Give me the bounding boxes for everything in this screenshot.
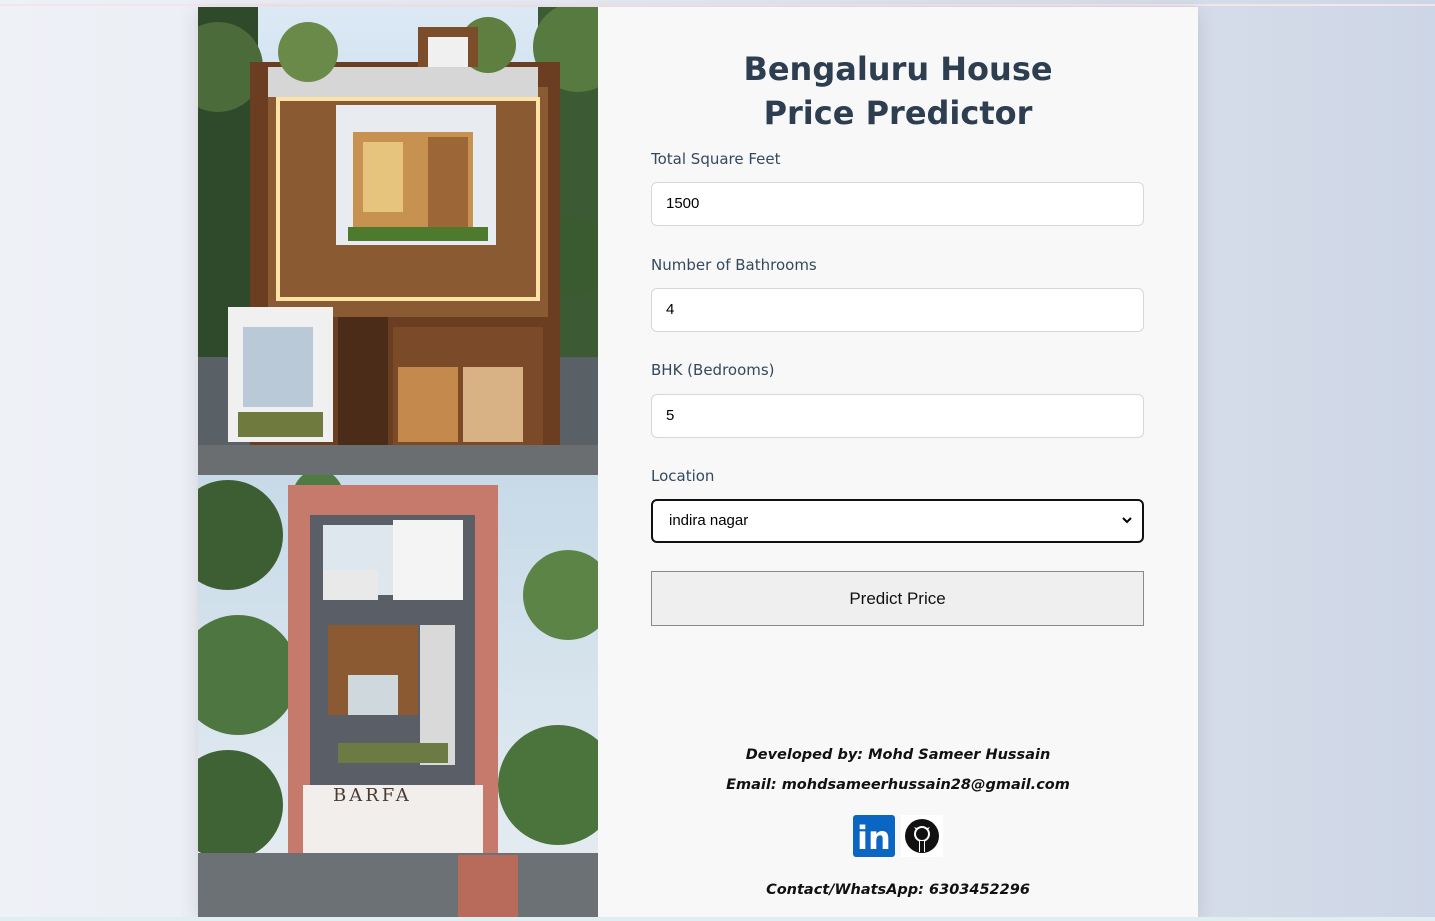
developer-credit: Developed by: Mohd Sameer Hussain: [745, 747, 1051, 763]
linkedin-icon[interactable]: in: [853, 815, 895, 857]
bhk-value: 5: [666, 407, 675, 424]
bhk-label: BHK (Bedrooms): [651, 361, 775, 379]
chevron-down-icon: [1122, 517, 1132, 524]
svg-text:in: in: [857, 819, 891, 857]
location-select[interactable]: indira nagar: [651, 499, 1144, 543]
house-photo-top: [198, 7, 598, 475]
predictor-card: BARFA Bengaluru House Price Predictor To…: [198, 7, 1198, 917]
sqft-value: 1500: [666, 195, 700, 212]
email-text: Email: mohdsameerhussain28@gmail.com: [726, 777, 1070, 793]
github-icon[interactable]: [901, 815, 943, 857]
location-label: Location: [651, 467, 715, 485]
page-title: Bengaluru House Price Predictor: [743, 50, 1053, 132]
house-photo-bottom: BARFA: [198, 475, 598, 917]
bath-value: 4: [666, 301, 675, 318]
bhk-input[interactable]: 5: [651, 394, 1144, 438]
bath-label: Number of Bathrooms: [651, 256, 817, 274]
form-panel: Bengaluru House Price Predictor Total Sq…: [598, 7, 1198, 917]
house-images: BARFA: [198, 7, 598, 917]
bath-input[interactable]: 4: [651, 288, 1144, 332]
sqft-input[interactable]: 1500: [651, 182, 1144, 226]
sqft-label: Total Square Feet: [651, 150, 781, 168]
top-border: [0, 4, 1435, 6]
social-links: in: [853, 815, 943, 857]
location-value: indira nagar: [669, 512, 749, 529]
contact-text: Contact/WhatsApp: 6303452296: [766, 882, 1030, 898]
predict-button[interactable]: Predict Price: [651, 571, 1144, 626]
barfa-sign: BARFA: [333, 785, 412, 806]
bottom-border: [0, 917, 1435, 921]
